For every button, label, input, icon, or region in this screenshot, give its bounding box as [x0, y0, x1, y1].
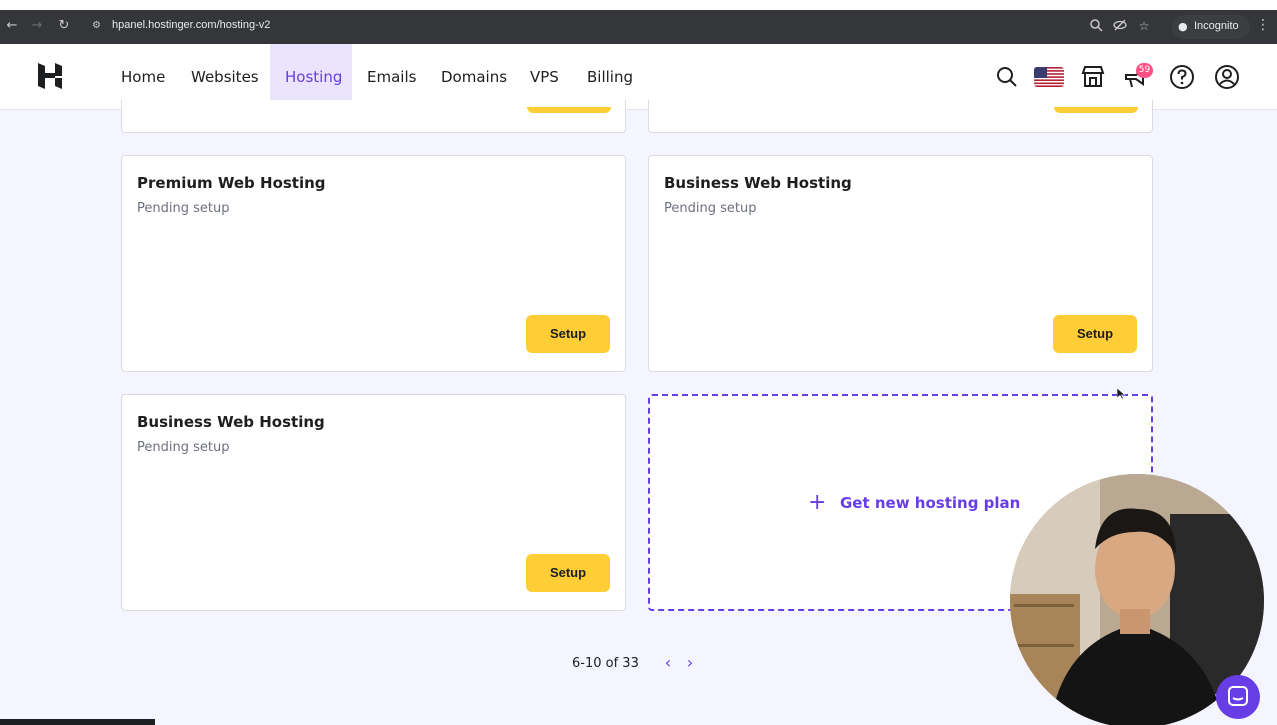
setup-button[interactable]: Setup [526, 554, 610, 592]
pagination-text: 6-10 of 33 [572, 656, 639, 671]
chat-icon [1228, 686, 1248, 706]
search-icon[interactable] [994, 64, 1020, 90]
hostinger-logo[interactable] [36, 61, 64, 91]
hosting-card: Business Web Hosting Pending setup Setup [648, 155, 1153, 372]
setup-button[interactable]: Setup [1053, 315, 1137, 353]
card-title: Premium Web Hosting [137, 174, 326, 192]
window-top-edge [0, 0, 1277, 10]
hosting-card: Premium Web Hosting Pending setup Setup [121, 155, 626, 372]
notifications-badge: 59 [1136, 63, 1153, 78]
card-status: Pending setup [137, 201, 230, 216]
star-icon[interactable]: ☆ [1136, 18, 1152, 34]
kebab-menu-icon[interactable]: ⋮ [1256, 17, 1270, 33]
store-icon[interactable] [1080, 64, 1106, 90]
setup-button[interactable]: Setup [526, 315, 610, 353]
incognito-badge[interactable]: ● Incognito [1172, 15, 1250, 39]
chat-button[interactable] [1216, 675, 1260, 719]
url-text[interactable]: hpanel.hostinger.com/hosting-v2 [112, 19, 270, 31]
zoom-icon[interactable] [1088, 18, 1104, 34]
help-icon[interactable] [1169, 64, 1195, 90]
chevron-right-icon[interactable]: › [683, 654, 697, 672]
incognito-icon: ● [1178, 20, 1188, 33]
site-info-icon[interactable]: ⚙ [92, 20, 104, 32]
forward-icon[interactable]: → [28, 17, 46, 35]
eye-off-icon[interactable] [1112, 18, 1128, 34]
mouse-cursor-icon [1117, 388, 1126, 400]
hosting-card-partial-right [648, 100, 1153, 133]
hosting-card: Business Web Hosting Pending setup Setup [121, 394, 626, 611]
card-status: Pending setup [664, 201, 757, 216]
card-title: Business Web Hosting [664, 174, 852, 192]
hosting-card-partial-left [121, 100, 626, 133]
plus-icon: + [808, 490, 827, 515]
card-title: Business Web Hosting [137, 413, 325, 431]
reload-icon[interactable]: ↻ [55, 17, 73, 35]
get-new-plan-label[interactable]: Get new hosting plan [840, 494, 1020, 512]
incognito-label: Incognito [1194, 20, 1239, 32]
us-flag-icon[interactable] [1034, 67, 1064, 87]
account-icon[interactable] [1214, 64, 1240, 90]
chevron-left-icon[interactable]: ‹ [661, 654, 675, 672]
setup-button-partial[interactable] [1054, 107, 1138, 113]
bottom-edge-bar [0, 719, 155, 725]
card-status: Pending setup [137, 440, 230, 455]
back-icon[interactable]: ← [3, 17, 21, 35]
setup-button-partial[interactable] [527, 107, 611, 113]
